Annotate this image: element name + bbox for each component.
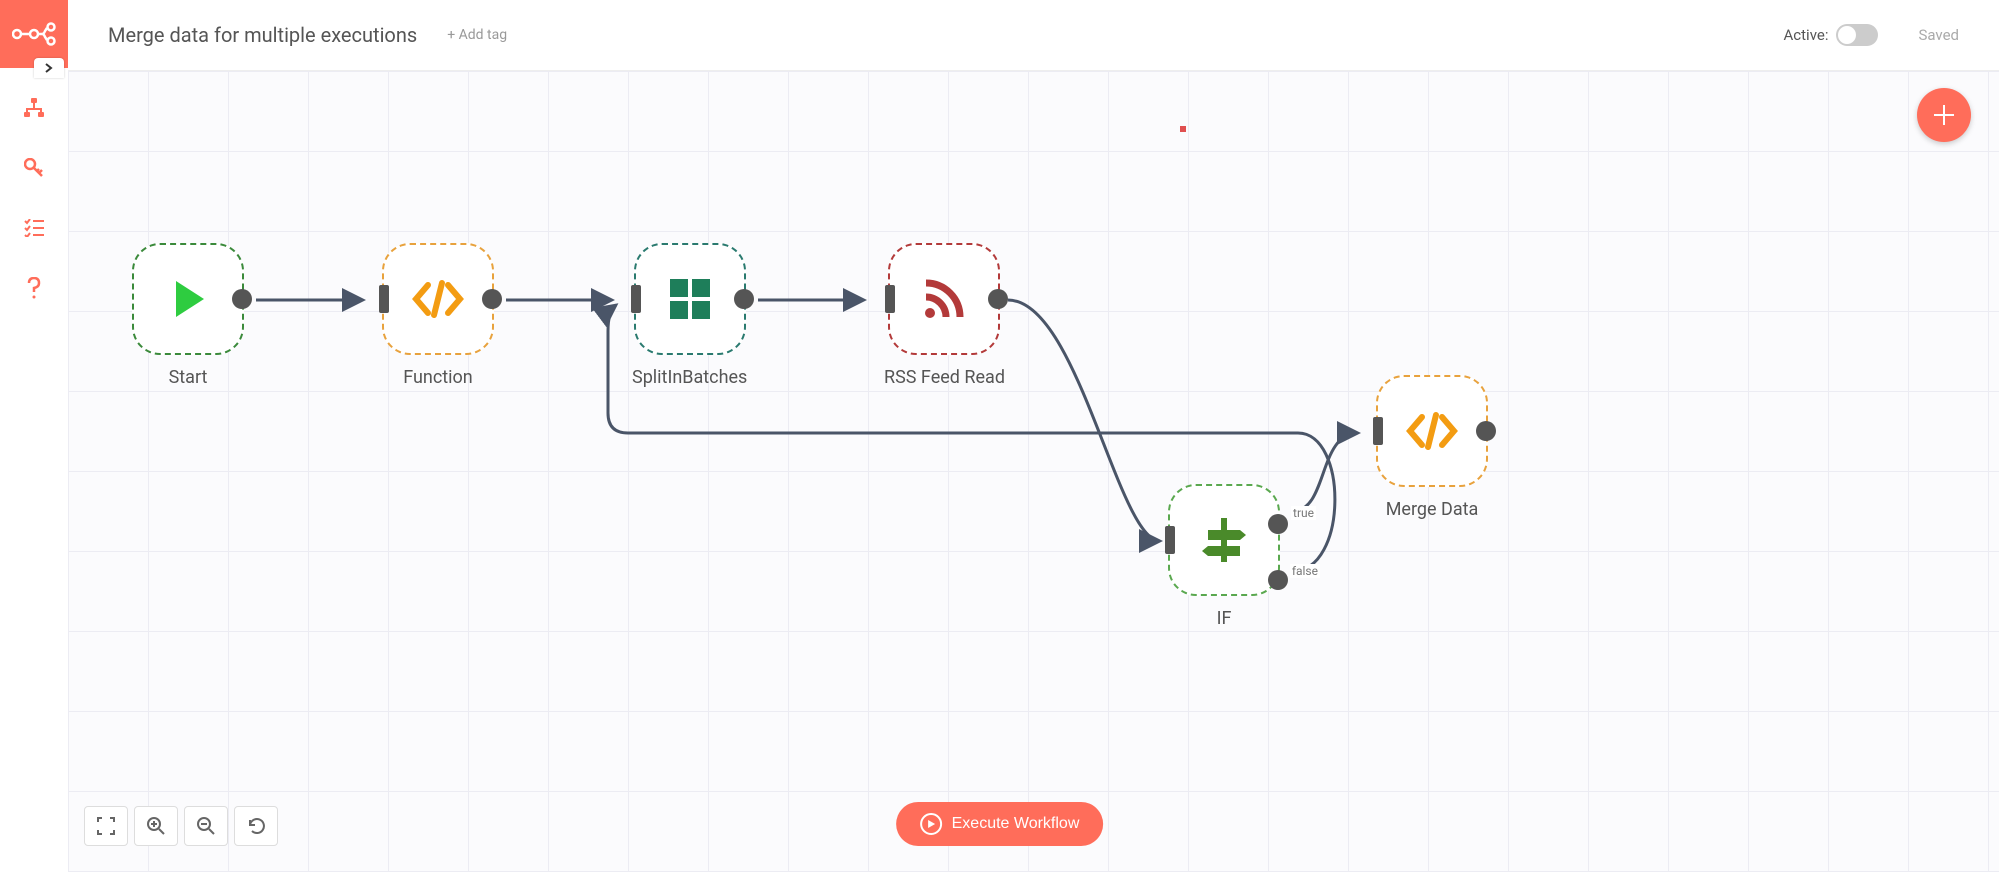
output-port-false[interactable] — [1268, 570, 1288, 590]
workflows-icon — [23, 97, 45, 119]
zoom-out-button[interactable] — [184, 806, 228, 846]
app-logo[interactable] — [0, 0, 68, 68]
node-function[interactable]: Function — [382, 243, 494, 388]
chevron-right-icon — [45, 63, 53, 73]
saved-status: Saved — [1918, 26, 1959, 44]
help-icon — [27, 277, 41, 299]
output-port[interactable] — [734, 289, 754, 309]
grid-icon — [668, 277, 712, 321]
canvas-controls — [84, 806, 278, 846]
input-port[interactable] — [631, 285, 641, 313]
workflow-title[interactable]: Merge data for multiple executions — [108, 23, 417, 47]
output-port[interactable] — [988, 289, 1008, 309]
output-port[interactable] — [232, 289, 252, 309]
rss-icon — [922, 277, 966, 321]
output-port[interactable] — [1476, 421, 1496, 441]
sidebar-item-credentials[interactable] — [22, 156, 46, 180]
input-port[interactable] — [1373, 417, 1383, 445]
reset-button[interactable] — [234, 806, 278, 846]
node-label: RSS Feed Read — [884, 367, 1005, 388]
node-label: Start — [169, 367, 208, 388]
expand-sidebar-button[interactable] — [34, 58, 64, 78]
node-label: IF — [1217, 608, 1232, 629]
code-icon — [1406, 411, 1458, 451]
add-tag-button[interactable]: + Add tag — [447, 27, 507, 43]
output-label-false: false — [1290, 564, 1320, 578]
header-bar: Merge data for multiple executions + Add… — [68, 0, 1999, 70]
output-port-true[interactable] — [1268, 514, 1288, 534]
sidebar-item-help[interactable] — [22, 276, 46, 300]
n8n-logo-icon — [12, 22, 56, 46]
node-label: SplitInBatches — [632, 367, 747, 388]
node-rss[interactable]: RSS Feed Read — [884, 243, 1005, 388]
active-toggle-group: Active: — [1784, 24, 1879, 46]
fit-view-button[interactable] — [84, 806, 128, 846]
output-label-true: true — [1291, 506, 1316, 520]
node-label: Merge Data — [1386, 499, 1479, 520]
branch-icon — [1202, 516, 1246, 564]
connections-layer — [68, 71, 1999, 872]
node-split[interactable]: SplitInBatches — [632, 243, 747, 388]
code-icon — [412, 279, 464, 319]
zoom-in-button[interactable] — [134, 806, 178, 846]
fullscreen-icon — [97, 817, 115, 835]
zoom-in-icon — [146, 816, 166, 836]
play-circle-icon — [920, 813, 942, 835]
output-port[interactable] — [482, 289, 502, 309]
node-if[interactable]: true false IF — [1168, 484, 1280, 629]
list-icon — [24, 219, 44, 237]
input-port[interactable] — [885, 285, 895, 313]
marker-dot — [1180, 126, 1186, 132]
node-merge[interactable]: Merge Data — [1376, 375, 1488, 520]
zoom-out-icon — [196, 816, 216, 836]
workflow-canvas[interactable]: Start Function SplitInBatches — [68, 70, 1999, 872]
play-icon — [164, 275, 212, 323]
plus-icon — [1932, 103, 1956, 127]
key-icon — [24, 158, 44, 178]
execute-workflow-button[interactable]: Execute Workflow — [896, 802, 1104, 846]
add-node-button[interactable] — [1917, 88, 1971, 142]
node-start[interactable]: Start — [132, 243, 244, 388]
undo-icon — [246, 816, 266, 836]
input-port[interactable] — [1165, 526, 1175, 554]
active-label: Active: — [1784, 26, 1829, 44]
execute-label: Execute Workflow — [952, 815, 1080, 833]
sidebar-item-executions[interactable] — [22, 216, 46, 240]
node-label: Function — [403, 367, 473, 388]
sidebar-item-workflows[interactable] — [22, 96, 46, 120]
sidebar — [0, 0, 68, 872]
input-port[interactable] — [379, 285, 389, 313]
active-toggle[interactable] — [1836, 24, 1878, 46]
